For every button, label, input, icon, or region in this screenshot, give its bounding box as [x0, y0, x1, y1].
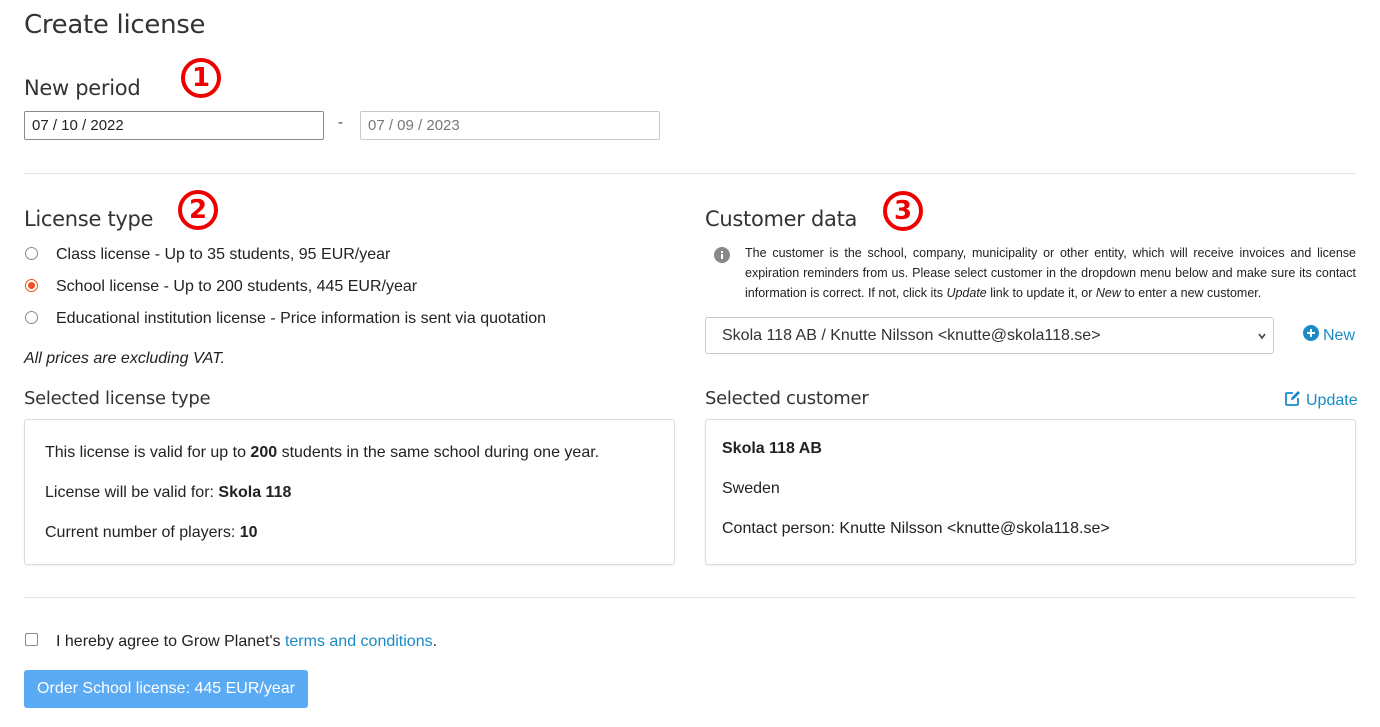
customer-name: Skola 118 AB: [722, 440, 822, 457]
selected-license-panel: This license is valid for up to 200 stud…: [24, 419, 675, 565]
customer-country: Sweden: [722, 480, 780, 497]
vat-note: All prices are excluding VAT.: [24, 350, 225, 367]
start-date-value: 07 / 10 / 2022: [32, 117, 124, 134]
page-title: Create license: [24, 10, 206, 40]
order-button[interactable]: Order School license: 445 EUR/year: [24, 670, 308, 708]
radio-class-license[interactable]: [25, 247, 38, 260]
new-period-heading: New period: [24, 76, 141, 100]
divider-bottom: [24, 597, 1356, 598]
option-school-license-label[interactable]: School license - Up to 200 students, 445…: [56, 278, 417, 296]
chevron-down-icon: [1257, 329, 1267, 347]
radio-educational-license[interactable]: [25, 311, 38, 324]
step-badge-1: 1: [181, 58, 221, 98]
terms-checkbox[interactable]: [25, 633, 38, 646]
date-separator: -: [338, 114, 343, 131]
radio-school-license[interactable]: [25, 279, 38, 292]
edit-icon: [1284, 390, 1301, 412]
update-customer-button[interactable]: Update: [1284, 390, 1358, 412]
customer-select[interactable]: Skola 118 AB / Knutte Nilsson <knutte@sk…: [705, 317, 1274, 354]
step-badge-3: 3: [883, 191, 923, 231]
end-date-input: 07 / 09 / 2023: [360, 111, 660, 140]
plus-circle-icon: [1303, 325, 1319, 346]
selected-customer-panel: Skola 118 AB Sweden Contact person: Knut…: [705, 419, 1356, 565]
new-customer-button[interactable]: New: [1303, 325, 1355, 346]
divider-top: [24, 173, 1356, 174]
current-players-text: Current number of players: 10: [45, 524, 258, 541]
selected-customer-heading: Selected customer: [705, 388, 869, 409]
start-date-input[interactable]: 07 / 10 / 2022: [24, 111, 324, 140]
info-icon: [714, 247, 730, 268]
license-valid-for-text: License will be valid for: Skola 118: [45, 484, 292, 501]
update-customer-label: Update: [1306, 392, 1358, 409]
step-badge-2: 2: [178, 190, 218, 230]
customer-contact: Contact person: Knutte Nilsson <knutte@s…: [722, 520, 1110, 537]
option-class-license-label[interactable]: Class license - Up to 35 students, 95 EU…: [56, 246, 390, 264]
terms-link[interactable]: terms and conditions: [285, 633, 433, 650]
selected-license-heading: Selected license type: [24, 388, 211, 409]
terms-text: I hereby agree to Grow Planet's terms an…: [56, 633, 438, 650]
new-customer-label: New: [1323, 326, 1356, 344]
customer-select-value: Skola 118 AB / Knutte Nilsson <knutte@sk…: [722, 326, 1101, 344]
option-educational-license-label[interactable]: Educational institution license - Price …: [56, 310, 546, 328]
license-type-heading: License type: [24, 207, 154, 231]
customer-data-heading: Customer data: [705, 207, 858, 231]
end-date-value: 07 / 09 / 2023: [368, 117, 460, 134]
license-validity-text: This license is valid for up to 200 stud…: [45, 444, 600, 461]
customer-info-text: The customer is the school, company, mun…: [745, 246, 1356, 300]
